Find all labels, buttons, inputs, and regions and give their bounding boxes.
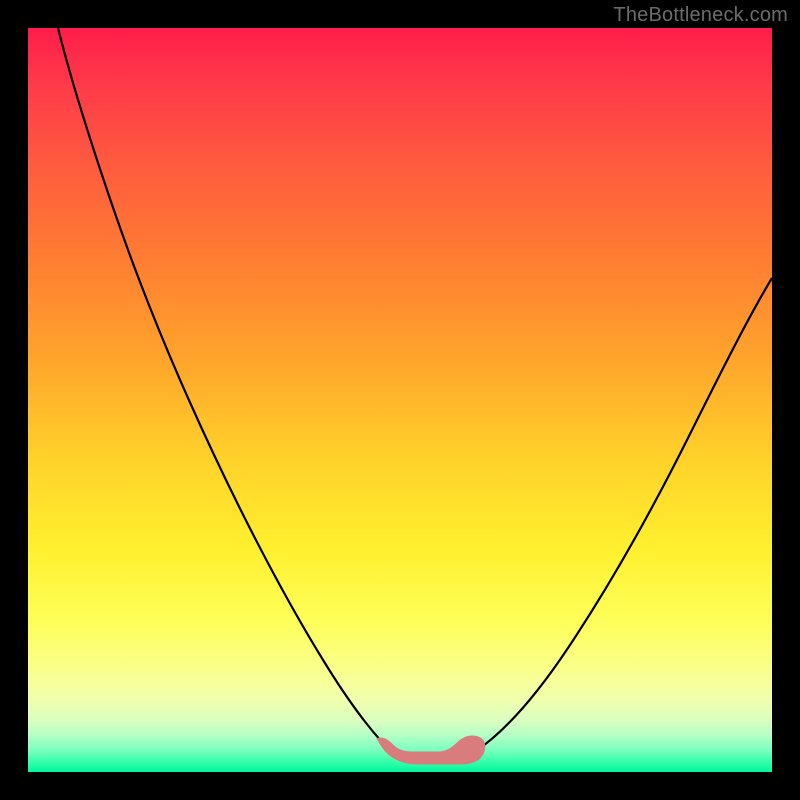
watermark-text: TheBottleneck.com bbox=[613, 4, 788, 27]
chart-frame: TheBottleneck.com bbox=[0, 0, 800, 800]
left-curve bbox=[58, 28, 390, 751]
right-curve bbox=[476, 278, 772, 751]
curves-svg bbox=[28, 28, 772, 772]
plot-area bbox=[28, 28, 772, 772]
bottom-blob bbox=[377, 736, 485, 764]
